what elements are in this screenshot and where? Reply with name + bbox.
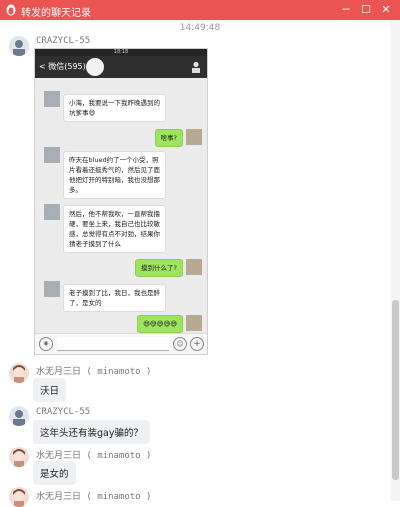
pixelated-avatar (44, 204, 60, 220)
phone-bubble: 摸到什么了? (135, 259, 183, 277)
pixelated-avatar (44, 147, 60, 163)
title-bar: 转发的聊天记录 ─ ☐ ✕ (0, 0, 400, 20)
sender-name: 水无月三日 ( minamoto ) (36, 451, 152, 461)
sender-name: CRAZYCL-55 (36, 36, 91, 46)
phone-status-bar: 18:18 (35, 49, 207, 56)
phone-input-field (57, 337, 169, 351)
voice-icon: ◉ (39, 337, 53, 351)
message-bubble: 沃日 (33, 378, 67, 402)
phone-bubble: 昨天在blued约了一个小受，照 片看着还挺秀气的，然后见了面 他把灯开的特别暗，我… (63, 151, 166, 199)
message-timestamp: 14:49:48 (179, 23, 221, 33)
phone-bubble: 小海，我要说一下我昨晚遇到的 坑爹事😄 (63, 94, 166, 122)
phone-bubble: 老子摸到了比，我日，我也是醉 了，是女的 (63, 284, 166, 312)
plus-icon: + (190, 337, 204, 351)
pixelated-avatar (186, 259, 202, 275)
phone-bubble: 😅😅😅😅😅 (137, 315, 183, 333)
emoji-icon: ☺ (173, 337, 187, 351)
chat-screenshot-image[interactable]: 18:18 < 微信(595) 小海，我要说一下我昨晚遇到的 坑爹事😄 啥事? 昨… (34, 48, 208, 355)
close-button[interactable]: ✕ (378, 2, 394, 18)
scrollbar-thumb[interactable] (392, 300, 399, 480)
sender-name: 水无月三日 ( minamoto ) (36, 367, 152, 377)
sender-name: CRAZYCL-55 (36, 407, 91, 417)
avatar[interactable] (9, 36, 29, 56)
avatar[interactable] (9, 447, 29, 467)
message-bubble: 是女的 (33, 461, 76, 485)
pixelated-avatar (186, 315, 202, 331)
phone-nav-title: < 微信(595) (39, 62, 86, 71)
phone-bubble: 然后，他不帮我吹，一直帮我撸 硬，要坐上来，我自己也比较敏 感，总觉得有点不对劲，结… (63, 205, 166, 253)
phone-bubble: 啥事? (154, 129, 183, 147)
pixelated-avatar (44, 281, 60, 297)
pixelated-avatar (186, 129, 202, 145)
user-icon (192, 61, 200, 73)
avatar[interactable] (9, 363, 29, 383)
minimize-button[interactable]: ─ (338, 2, 354, 18)
message-bubble: 这年头还有装gay骗的？ (33, 420, 150, 444)
window-title: 转发的聊天记录 (21, 8, 91, 19)
pixelated-avatar (44, 91, 60, 107)
sender-name: 水无月三日 ( minamoto ) (36, 492, 152, 502)
avatar[interactable] (9, 487, 29, 507)
phone-nav-bar: < 微信(595) (35, 56, 207, 78)
avatar[interactable] (9, 406, 29, 426)
maximize-button[interactable]: ☐ (358, 2, 374, 18)
redaction-circle (86, 58, 104, 76)
qq-penguin-icon (6, 4, 16, 16)
phone-input-bar: ◉ ☺ + (35, 333, 207, 354)
